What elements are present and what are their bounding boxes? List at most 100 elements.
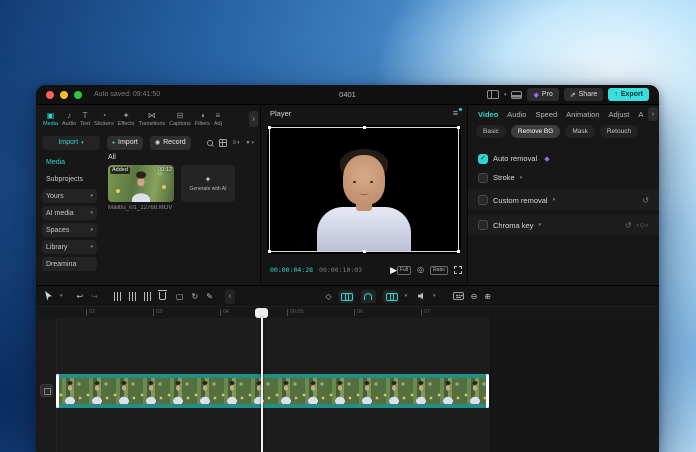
custom-removal-checkbox[interactable] bbox=[478, 195, 488, 205]
link-clips-toggle[interactable] bbox=[339, 290, 354, 303]
tab-adjust-inspector[interactable]: Adjust bbox=[609, 110, 630, 119]
keyframe-nav-icon[interactable]: ‹◇› bbox=[637, 221, 649, 229]
reset-icon[interactable]: ↺ bbox=[642, 196, 649, 205]
quality-badge[interactable]: Full bbox=[397, 266, 411, 275]
close-button[interactable] bbox=[46, 91, 54, 99]
trim-left-icon[interactable] bbox=[129, 292, 136, 301]
sidebar-item-yours[interactable]: Yours ▾ bbox=[42, 189, 97, 203]
shortcut-keys-icon[interactable] bbox=[453, 292, 464, 300]
zoom-in-icon[interactable]: ⊕ bbox=[484, 292, 491, 301]
search-icon[interactable] bbox=[207, 140, 213, 146]
split-icon[interactable] bbox=[114, 292, 121, 301]
sidebar-item-media[interactable]: Media bbox=[42, 155, 97, 169]
subtab-mask[interactable]: Mask bbox=[565, 125, 595, 138]
caret-down-icon[interactable]: ▾ bbox=[520, 175, 523, 181]
volume-caret-icon[interactable]: ▾ bbox=[433, 293, 436, 299]
tab-media[interactable]: ▣ Media bbox=[43, 111, 58, 127]
stroke-checkbox[interactable] bbox=[478, 173, 488, 183]
player-menu-button[interactable]: ≡ bbox=[453, 109, 458, 118]
minimize-button[interactable] bbox=[60, 91, 68, 99]
focus-icon[interactable]: ◎ bbox=[417, 266, 424, 274]
all-filter-label[interactable]: All bbox=[108, 154, 256, 165]
subtab-remove-bg[interactable]: Remove BG bbox=[511, 125, 560, 138]
export-button[interactable]: ↑ Export bbox=[608, 88, 649, 101]
tab-text[interactable]: T Text bbox=[80, 111, 90, 127]
delete-icon[interactable] bbox=[159, 292, 166, 300]
timeline-ruler[interactable]: 02 03 04 00:05 06 07 bbox=[36, 306, 659, 318]
reverse-icon[interactable]: ↻ bbox=[191, 292, 198, 301]
selection-frame[interactable] bbox=[269, 127, 459, 252]
play-button[interactable]: ▶ bbox=[390, 266, 397, 275]
clip-thumbnail[interactable]: Added 00:12 bbox=[108, 165, 174, 202]
caret-down-icon[interactable]: ▾ bbox=[553, 197, 556, 203]
redo-icon[interactable]: ↪ bbox=[91, 292, 98, 301]
share-button[interactable]: ⇗ Share bbox=[564, 88, 604, 101]
layout-caret-icon[interactable]: ▾ bbox=[504, 92, 507, 98]
video-preview[interactable] bbox=[267, 125, 461, 254]
frame-handle[interactable] bbox=[268, 250, 271, 253]
sidebar-item-library[interactable]: Library ▾ bbox=[42, 240, 97, 254]
sidebar-item-subprojects[interactable]: Subprojects bbox=[42, 172, 97, 186]
import-dropdown[interactable]: Import ▾ bbox=[42, 136, 100, 150]
media-clip-card[interactable]: Added 00:12 Malibu_i01_12768.MOV bbox=[108, 165, 174, 211]
import-button[interactable]: ● Import bbox=[107, 136, 143, 150]
tab-speed[interactable]: Speed bbox=[535, 110, 557, 119]
tab-captions[interactable]: ⊟ Captions bbox=[169, 111, 191, 127]
tab-stickers[interactable]: ◔ Stickers bbox=[94, 111, 114, 127]
snap-caret-icon[interactable]: ▾ bbox=[405, 293, 408, 299]
trim-right-icon[interactable] bbox=[144, 292, 151, 301]
view-grid-icon[interactable] bbox=[219, 139, 227, 147]
sort-button[interactable]: ≡ ▾ bbox=[233, 140, 240, 146]
frame-handle[interactable] bbox=[363, 126, 366, 129]
tracks-empty-area[interactable] bbox=[490, 318, 659, 452]
fullscreen-icon[interactable] bbox=[454, 266, 462, 274]
tab-effects[interactable]: ✦ Effects bbox=[118, 111, 135, 127]
main-track-icon[interactable] bbox=[40, 384, 53, 397]
panel-toggle-icon[interactable] bbox=[511, 91, 522, 99]
subtab-basic[interactable]: Basic bbox=[476, 125, 506, 138]
collapse-toolbar-button[interactable]: ‹ bbox=[225, 289, 235, 304]
video-clip[interactable] bbox=[57, 374, 488, 408]
tab-filters[interactable]: ◑ Filters bbox=[195, 111, 210, 127]
add-keyframe-icon[interactable]: ◇ bbox=[325, 292, 331, 301]
tab-animation[interactable]: Animation bbox=[566, 110, 599, 119]
frame-handle[interactable] bbox=[457, 126, 460, 129]
freeze-frame-icon[interactable]: ▢ bbox=[176, 292, 184, 301]
clip-trim-handle-left[interactable] bbox=[56, 374, 59, 408]
layout-toggle-icon[interactable] bbox=[487, 90, 499, 99]
subtab-retouch[interactable]: Retouch bbox=[600, 125, 638, 138]
auto-snap-toggle[interactable] bbox=[361, 290, 376, 303]
select-tool-caret-icon[interactable]: ▾ bbox=[60, 293, 63, 299]
tab-adjust[interactable]: ≡ Adj bbox=[214, 111, 222, 127]
inspector-tabs-overflow-button[interactable]: › bbox=[648, 107, 658, 121]
sidebar-item-spaces[interactable]: Spaces ▾ bbox=[42, 223, 97, 237]
tabs-overflow-button[interactable]: › bbox=[249, 111, 258, 127]
tab-transitions[interactable]: ⋈ Transitions bbox=[138, 111, 165, 127]
tab-video[interactable]: Video bbox=[478, 110, 498, 119]
frame-handle[interactable] bbox=[457, 250, 460, 253]
undo-icon[interactable]: ↩ bbox=[77, 292, 84, 301]
frame-handle[interactable] bbox=[268, 126, 271, 129]
playhead-line[interactable] bbox=[261, 317, 263, 452]
tab-overflow-truncated[interactable]: A bbox=[638, 110, 643, 119]
chroma-key-checkbox[interactable] bbox=[478, 220, 488, 230]
zoom-out-icon[interactable]: ⊖ bbox=[471, 292, 478, 301]
generate-ai-card[interactable]: ✦ Generate with AI bbox=[181, 165, 235, 202]
select-tool-icon[interactable] bbox=[44, 291, 53, 301]
record-button[interactable]: ◉ Record bbox=[150, 136, 191, 150]
sidebar-item-dreamina[interactable]: Dreamina bbox=[42, 257, 97, 271]
edit-marker-icon[interactable]: ✎ bbox=[206, 292, 213, 301]
sidebar-item-ai-media[interactable]: AI media ▾ bbox=[42, 206, 97, 220]
auto-removal-checkbox[interactable]: ✓ bbox=[478, 154, 488, 164]
tab-audio[interactable]: ♪ Audio bbox=[62, 111, 76, 127]
preview-snap-toggle[interactable] bbox=[383, 290, 398, 303]
maximize-button[interactable] bbox=[74, 91, 82, 99]
ratio-badge[interactable]: Ratio bbox=[430, 266, 448, 275]
track-volume-icon[interactable] bbox=[418, 292, 426, 300]
pro-button[interactable]: ◆ Pro bbox=[527, 88, 558, 101]
caret-down-icon[interactable]: ▾ bbox=[538, 222, 541, 228]
frame-handle[interactable] bbox=[363, 250, 366, 253]
filter-button[interactable]: ▼ ▾ bbox=[246, 140, 254, 146]
tab-audio-inspector[interactable]: Audio bbox=[507, 110, 526, 119]
clip-trim-handle-right[interactable] bbox=[486, 374, 489, 408]
